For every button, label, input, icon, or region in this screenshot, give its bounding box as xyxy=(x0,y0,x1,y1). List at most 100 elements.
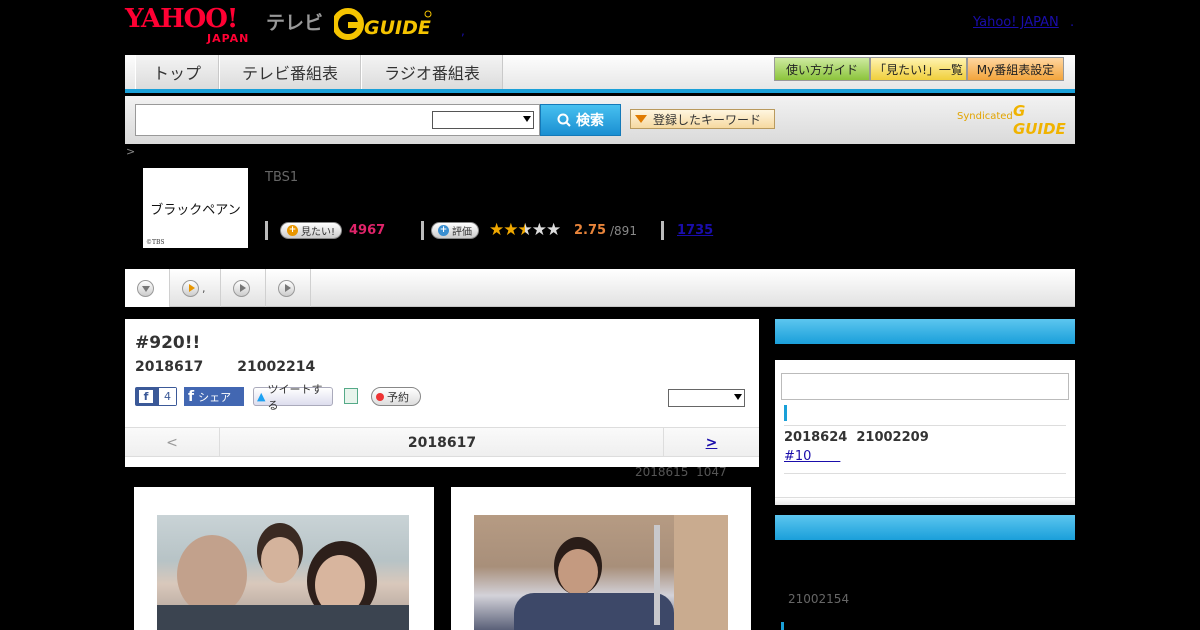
subtab-more[interactable] xyxy=(266,269,311,307)
star-icon: ★ xyxy=(489,220,504,240)
play-icon xyxy=(233,279,250,297)
episode-airdate: 2018617 21002214 xyxy=(135,359,316,375)
section-marker xyxy=(784,405,787,421)
facebook-icon: f xyxy=(139,390,153,403)
episode-photo xyxy=(157,515,409,630)
gguide-logo[interactable]: GUIDE xyxy=(334,6,434,42)
half-star-icon: ★ xyxy=(517,220,533,240)
want-count: 4967 xyxy=(349,223,386,238)
program-subtabs: , xyxy=(125,269,1075,307)
sidebar-search-field[interactable] xyxy=(781,373,1069,400)
photo-card[interactable] xyxy=(134,487,434,630)
rate-label: 評価 xyxy=(452,227,472,238)
search-category-select[interactable] xyxy=(432,111,534,129)
my-listings-button[interactable]: My番組表設定 xyxy=(967,57,1064,81)
box-header xyxy=(775,319,1075,344)
guide-button[interactable]: 使い方ガイド xyxy=(774,57,870,81)
triangle-down-icon xyxy=(635,115,647,123)
calendar-add-icon[interactable] xyxy=(344,388,358,404)
syndicated-label: Syndicated xyxy=(957,111,1013,122)
facebook-share-label: シェア xyxy=(198,390,232,404)
reserve-label: 予約 xyxy=(387,390,409,404)
facebook-share-button[interactable]: f シェア xyxy=(184,387,244,406)
subtab-label: , xyxy=(202,281,206,295)
stray-dot: , xyxy=(461,24,465,38)
previous-episode-button[interactable]: < xyxy=(125,428,220,457)
divider xyxy=(784,473,1066,474)
episode-photo xyxy=(474,515,728,630)
program-thumbnail-title: ブラックペアン xyxy=(150,202,241,218)
search-button-label: 検索 xyxy=(576,113,604,129)
episode-title: #920!! xyxy=(135,333,201,353)
facebook-like-button[interactable]: f 4 xyxy=(135,387,177,406)
plus-icon: + xyxy=(438,225,449,236)
episode-select[interactable] xyxy=(668,389,745,407)
star-icon: ★ xyxy=(503,220,518,240)
next-episode-box: 2018624 21002209 #10 xyxy=(775,319,1075,505)
box-header xyxy=(775,515,1075,540)
divider xyxy=(265,221,268,240)
comment-count-link[interactable]: 1735 xyxy=(677,223,713,238)
breadcrumb: > xyxy=(126,145,136,158)
next-episode-link[interactable]: > xyxy=(663,428,759,457)
divider xyxy=(661,221,664,240)
tweet-label: ツイートする xyxy=(267,382,323,412)
next-episode-date: 2018624 21002209 xyxy=(784,430,929,445)
nav-tab-top[interactable]: トップ xyxy=(135,55,219,89)
divider xyxy=(784,425,1066,426)
facebook-like-count: 4 xyxy=(159,388,176,405)
facebook-icon: f xyxy=(188,388,195,405)
episode-panel: #920!! 2018617 21002214 f 4 f シェア ▲ ツイート… xyxy=(125,319,759,467)
nav-tab-radio-listings[interactable]: ラジオ番組表 xyxy=(361,55,503,89)
update-timestamp: 2018615 1047 xyxy=(635,465,727,479)
yahoo-logo[interactable]: YAHOO! JAPAN xyxy=(125,6,248,45)
reserve-recording-button[interactable]: 予約 xyxy=(371,387,421,406)
next-episode-link[interactable]: #10 xyxy=(784,449,840,464)
photo-card[interactable] xyxy=(451,487,751,630)
top-link-dot: . xyxy=(1070,15,1075,30)
program-thumbnail-credit: ©TBS xyxy=(146,239,165,246)
tv-logo-text[interactable]: テレビ xyxy=(266,8,323,35)
want-to-watch-label: 見たい! xyxy=(301,227,336,238)
svg-text:GUIDE: GUIDE xyxy=(364,17,431,39)
rate-button[interactable]: + 評価 xyxy=(431,222,479,239)
tweet-button[interactable]: ▲ ツイートする xyxy=(253,383,333,412)
play-icon xyxy=(182,279,199,297)
chevron-down-icon xyxy=(137,279,154,297)
subtab-current[interactable] xyxy=(125,269,170,307)
plus-icon: + xyxy=(287,225,298,236)
box-subheader xyxy=(775,344,1075,360)
related-date: 21002154 xyxy=(788,592,850,606)
registered-keywords-label: 登録したキーワード xyxy=(653,112,762,127)
global-nav: トップ テレビ番組表 ラジオ番組表 使い方ガイド 「見たい!」一覧 My番組表設… xyxy=(125,55,1075,93)
search-bar: 検索 登録したキーワード Syndicated G GUIDE xyxy=(125,96,1075,144)
chevron-down-icon xyxy=(734,394,742,400)
search-button[interactable]: 検索 xyxy=(540,104,621,136)
current-episode-date: 2018617 xyxy=(407,434,477,451)
nav-tab-tv-listings[interactable]: テレビ番組表 xyxy=(219,55,361,89)
divider xyxy=(421,221,424,240)
search-icon xyxy=(557,113,571,127)
channel-name: TBS1 xyxy=(265,170,299,185)
program-thumbnail[interactable]: ブラックペアン ©TBS xyxy=(143,168,248,248)
subtab-episode[interactable]: , xyxy=(170,269,221,307)
yahoo-japan-link[interactable]: Yahoo! JAPAN xyxy=(973,15,1059,30)
rating-value: 2.75 xyxy=(574,223,607,238)
play-icon xyxy=(278,279,295,297)
star-empty-icon: ★ xyxy=(531,220,547,240)
episode-pager: < 2018617 > xyxy=(125,427,759,457)
star-empty-icon: ★ xyxy=(546,220,561,240)
want-list-button[interactable]: 「見たい!」一覧 xyxy=(870,57,967,81)
related-box: 21002154 xyxy=(775,515,1075,630)
want-to-watch-button[interactable]: + 見たい! xyxy=(280,222,343,239)
rating-count: /891 xyxy=(610,224,637,238)
rating-stars: ★★★★★ xyxy=(489,220,561,240)
twitter-bird-icon: ▲ xyxy=(257,390,266,403)
yahoo-japan-text: JAPAN xyxy=(207,32,250,45)
subtab-info[interactable] xyxy=(221,269,266,307)
registered-keywords-button[interactable]: 登録したキーワード xyxy=(630,109,775,129)
section-marker xyxy=(781,622,784,630)
syndicated-gguide-logo: G GUIDE xyxy=(1013,102,1066,138)
box-footer xyxy=(775,497,1075,505)
record-dot-icon xyxy=(376,392,384,401)
